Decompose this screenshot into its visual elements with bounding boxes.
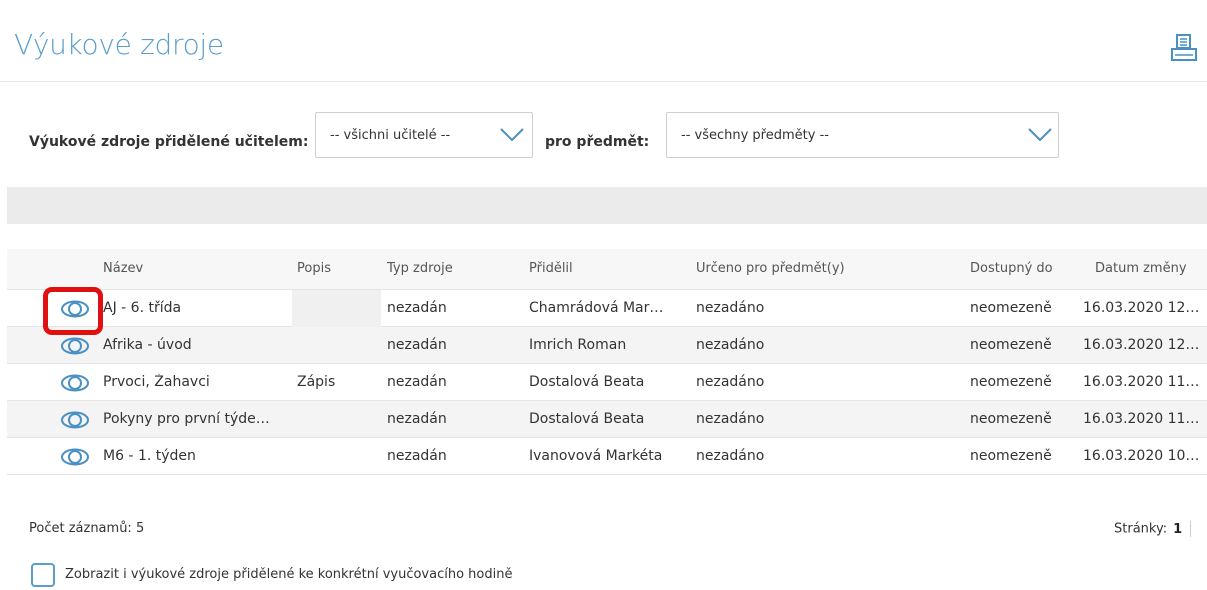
table-header: Název Popis Typ zdroje Přidělil Určeno p… bbox=[7, 249, 1207, 290]
show-lesson-resources-label[interactable]: Zobrazit i výukové zdroje přidělené ke k… bbox=[65, 567, 512, 582]
column-header-assigned-by[interactable]: Přidělil bbox=[529, 261, 573, 276]
table-body: AJ - 6. třída nezadán Chamrádová Mar… ne… bbox=[7, 290, 1207, 475]
resource-assigned-by: Chamrádová Mar… bbox=[529, 300, 664, 316]
resources-table: Název Popis Typ zdroje Přidělil Určeno p… bbox=[7, 249, 1207, 475]
page-number[interactable]: 1 bbox=[1173, 522, 1182, 537]
printer-icon[interactable] bbox=[1170, 33, 1198, 63]
resource-available-until: neomezeně bbox=[970, 374, 1052, 390]
eye-icon[interactable] bbox=[60, 373, 90, 393]
resource-date-changed: 16.03.2020 12… bbox=[1083, 300, 1200, 316]
teacher-select-value: -- všichni učitelé -- bbox=[330, 128, 451, 143]
subject-filter-label: pro předmět: bbox=[545, 134, 650, 150]
table-row[interactable]: Pokyny pro první týde… nezadán Dostalová… bbox=[7, 401, 1207, 438]
eye-icon[interactable] bbox=[60, 410, 90, 430]
column-header-date-changed[interactable]: Datum změny bbox=[1095, 261, 1187, 276]
resource-name[interactable]: AJ - 6. třída bbox=[103, 300, 288, 316]
page-title: Výukové zdroje bbox=[14, 28, 224, 61]
resource-type: nezadán bbox=[387, 411, 447, 427]
show-lesson-resources-checkbox[interactable] bbox=[31, 563, 55, 587]
subject-select[interactable]: -- všechny předměty -- bbox=[666, 112, 1059, 158]
eye-icon[interactable] bbox=[60, 336, 90, 356]
record-count: Počet záznamů: 5 bbox=[29, 521, 145, 536]
resource-subject: nezadáno bbox=[696, 411, 765, 427]
resource-date-changed: 16.03.2020 11… bbox=[1083, 374, 1200, 390]
table-row[interactable]: Prvoci, Žahavci Zápis nezadán Dostalová … bbox=[7, 364, 1207, 401]
chevron-down-icon bbox=[1028, 128, 1052, 142]
resource-assigned-by: Ivanovová Markéta bbox=[529, 448, 663, 464]
resource-type: nezadán bbox=[387, 374, 447, 390]
resource-type: nezadán bbox=[387, 448, 447, 464]
resource-subject: nezadáno bbox=[696, 448, 765, 464]
resource-available-until: neomezeně bbox=[970, 300, 1052, 316]
resource-date-changed: 16.03.2020 10… bbox=[1083, 448, 1200, 464]
resource-available-until: neomezeně bbox=[970, 337, 1052, 353]
pager-divider bbox=[1190, 521, 1192, 537]
table-row[interactable]: AJ - 6. třída nezadán Chamrádová Mar… ne… bbox=[7, 290, 1207, 327]
page-header: Výukové zdroje bbox=[0, 0, 1207, 82]
eye-icon[interactable] bbox=[60, 447, 90, 467]
teacher-select[interactable]: -- všichni učitelé -- bbox=[315, 112, 533, 158]
resource-date-changed: 16.03.2020 12… bbox=[1083, 337, 1200, 353]
subject-select-value: -- všechny předměty -- bbox=[681, 128, 829, 143]
resource-date-changed: 16.03.2020 11… bbox=[1083, 411, 1200, 427]
column-header-description[interactable]: Popis bbox=[297, 261, 331, 276]
resource-assigned-by: Dostalová Beata bbox=[529, 374, 645, 390]
resource-subject: nezadáno bbox=[696, 374, 765, 390]
resource-available-until: neomezeně bbox=[970, 411, 1052, 427]
resource-type: nezadán bbox=[387, 300, 447, 316]
eye-icon[interactable] bbox=[60, 299, 90, 319]
resource-subject: nezadáno bbox=[696, 300, 765, 316]
resource-assigned-by: Imrich Roman bbox=[529, 337, 627, 353]
resource-subject: nezadáno bbox=[696, 337, 765, 353]
filter-bar: Výukové zdroje přidělené učitelem: -- vš… bbox=[0, 112, 1207, 162]
resource-name[interactable]: Pokyny pro první týde… bbox=[103, 411, 288, 427]
column-header-available-until[interactable]: Dostupný do bbox=[970, 261, 1053, 276]
resource-description: Zápis bbox=[297, 374, 336, 390]
table-row[interactable]: M6 - 1. týden nezadán Ivanovová Markéta … bbox=[7, 438, 1207, 475]
column-header-type[interactable]: Typ zdroje bbox=[387, 261, 453, 276]
column-header-subject[interactable]: Určeno pro předmět(y) bbox=[696, 261, 845, 276]
chevron-down-icon bbox=[500, 128, 524, 142]
column-header-name[interactable]: Název bbox=[103, 261, 143, 276]
resource-assigned-by: Dostalová Beata bbox=[529, 411, 645, 427]
pagination: Stránky: 1 bbox=[1114, 521, 1192, 537]
resource-type: nezadán bbox=[387, 337, 447, 353]
toolbar-band bbox=[7, 187, 1207, 224]
resource-name[interactable]: M6 - 1. týden bbox=[103, 448, 288, 464]
table-row[interactable]: Afrika - úvod nezadán Imrich Roman nezad… bbox=[7, 327, 1207, 364]
teacher-filter-label: Výukové zdroje přidělené učitelem: bbox=[29, 134, 309, 150]
pages-label: Stránky: bbox=[1114, 521, 1168, 537]
resource-name[interactable]: Prvoci, Žahavci bbox=[103, 374, 288, 390]
resource-available-until: neomezeně bbox=[970, 448, 1052, 464]
cell-background bbox=[292, 290, 381, 327]
resource-name[interactable]: Afrika - úvod bbox=[103, 337, 288, 353]
